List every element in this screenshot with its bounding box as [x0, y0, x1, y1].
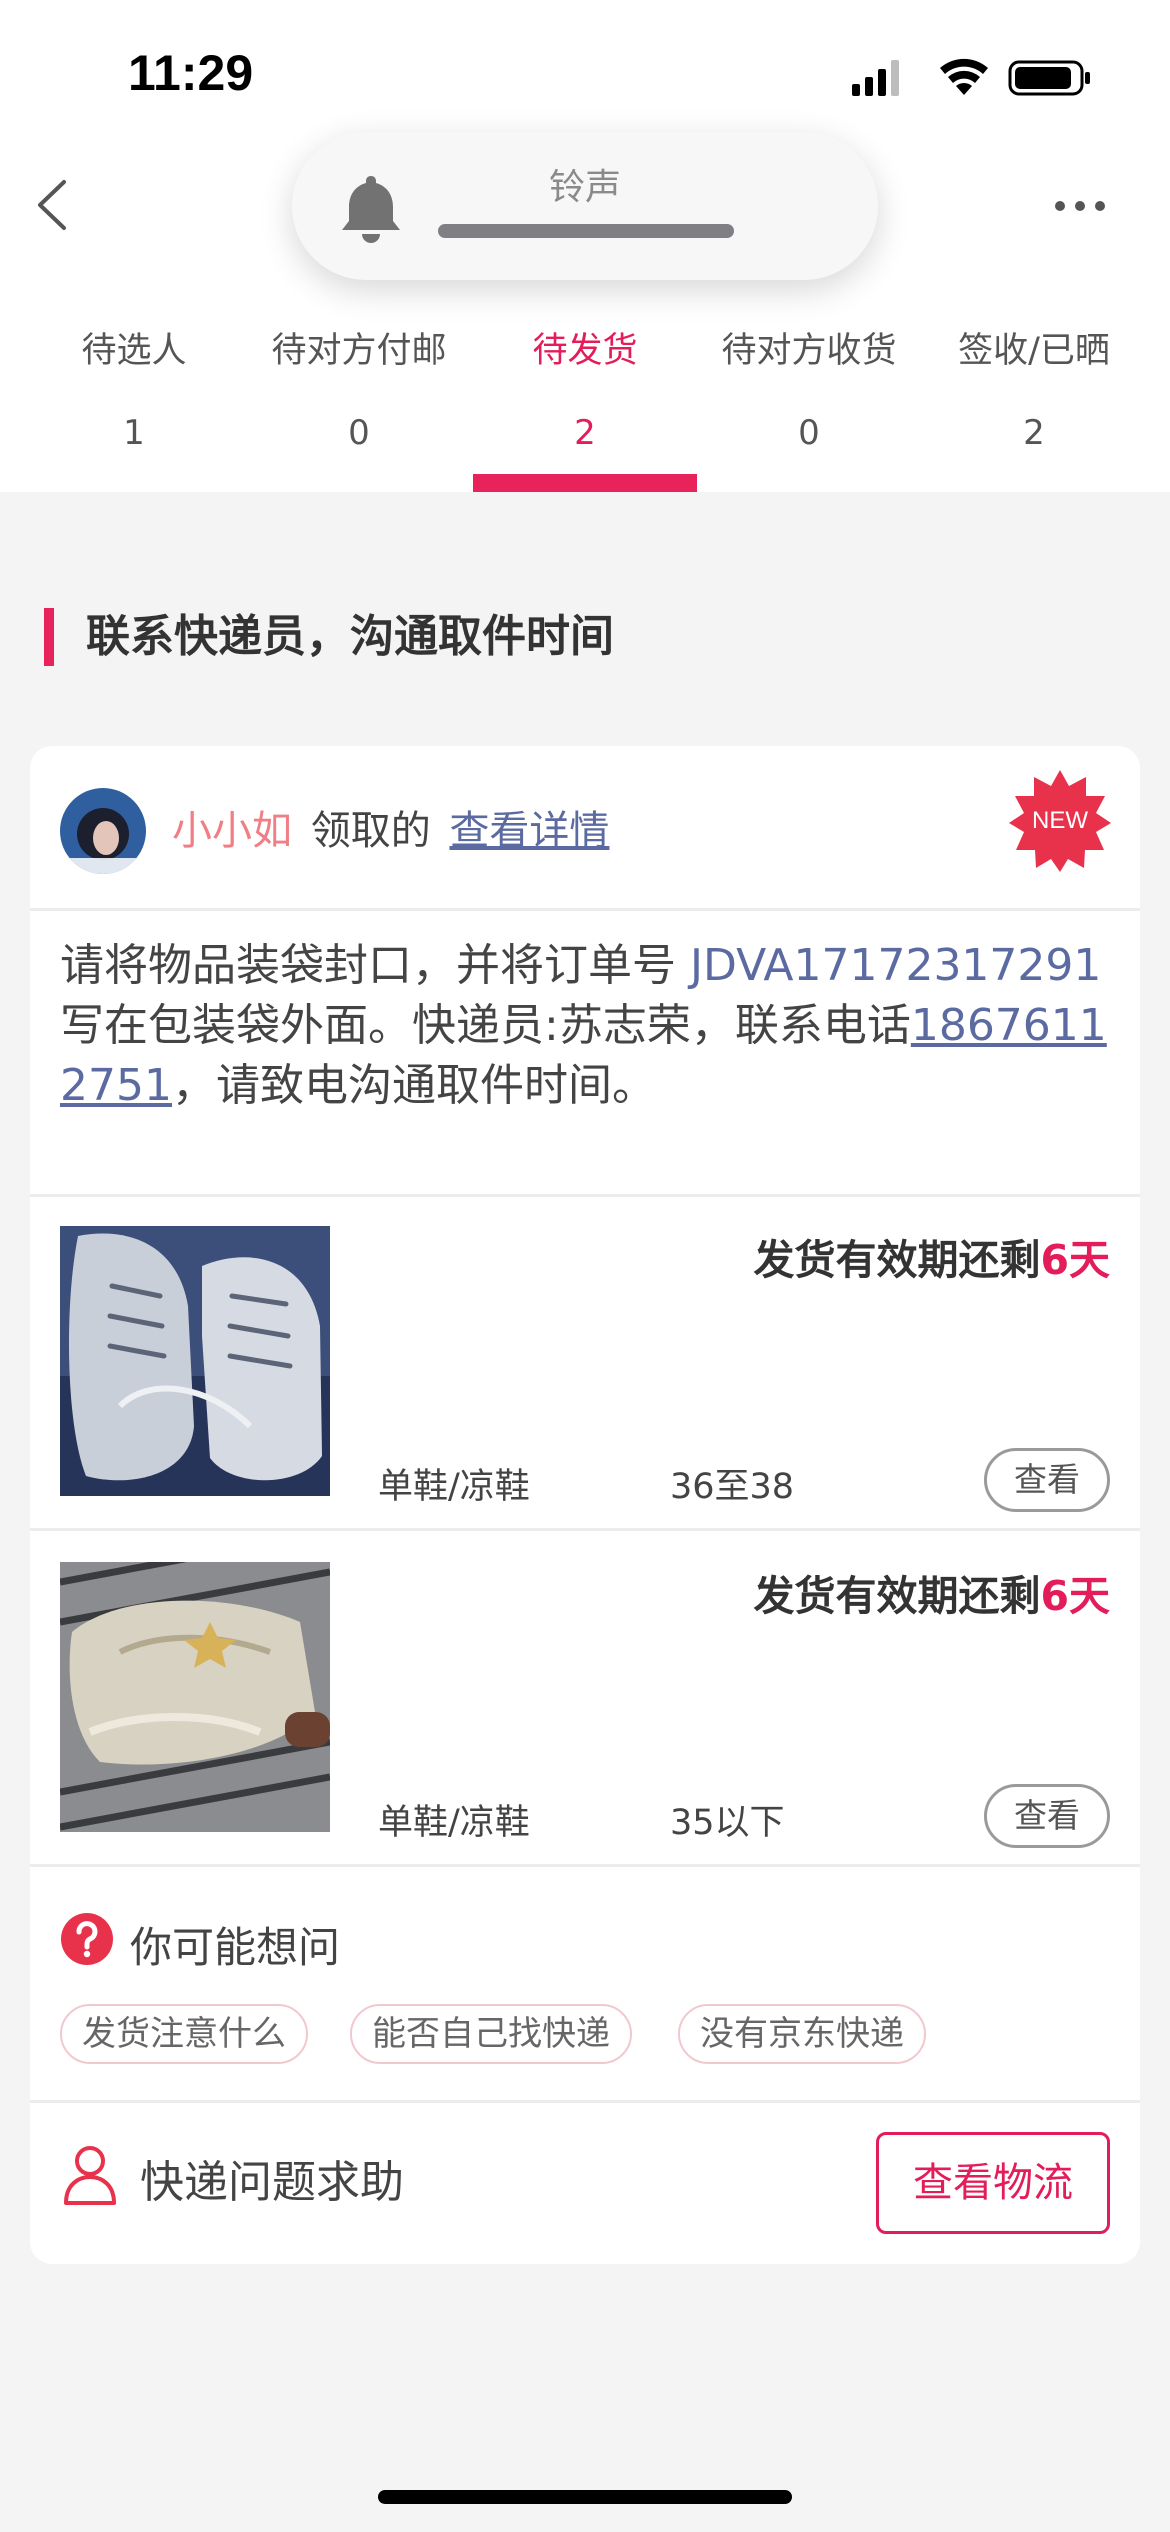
shipping-deadline: 发货有效期还剩6天 [753, 1562, 1110, 1622]
order-card: 小小如 领取的 查看详情 NEW 请将物品装袋封口，并将订单号 JDVA1717… [30, 746, 1140, 2264]
view-logistics-button[interactable]: 查看物流 [876, 2132, 1110, 2234]
item-category: 单鞋/凉鞋 [378, 1467, 530, 1507]
courier-help-link[interactable]: 快递问题求助 [140, 2146, 404, 2210]
status-time: 11:29 [128, 45, 254, 101]
active-tab-indicator [473, 474, 697, 492]
item-category: 单鞋/凉鞋 [378, 1803, 530, 1843]
shipping-deadline: 发货有效期还剩6天 [753, 1226, 1110, 1286]
tab-count: 0 [798, 413, 820, 453]
tab-count: 1 [123, 413, 145, 453]
tab-label: 待发货 [532, 331, 638, 371]
tab-label: 签收/已晒 [958, 331, 1110, 371]
view-item-button[interactable]: 查看 [984, 1784, 1110, 1848]
tab-label: 待选人 [81, 331, 187, 371]
item-size: 35以下 [670, 1803, 785, 1843]
item-size: 36至38 [670, 1467, 795, 1507]
faq-chip[interactable]: 没有京东快递 [678, 2004, 926, 2064]
divider [30, 1864, 1140, 1867]
home-indicator[interactable] [378, 2490, 792, 2504]
tab-pending-postage[interactable]: 待对方付邮 0 [247, 322, 471, 453]
tab-label: 待对方付邮 [271, 331, 447, 371]
view-item-button[interactable]: 查看 [984, 1448, 1110, 1512]
person-icon [64, 2146, 116, 2205]
faq-chip[interactable]: 发货注意什么 [60, 2004, 308, 2064]
instructions-text: ，请致电沟通取件时间。 [171, 1060, 656, 1111]
shipping-instructions: 请将物品装袋封口，并将订单号 JDVA17172317291 写在包装袋外面。快… [60, 936, 1110, 1116]
claimer-name[interactable]: 小小如 [172, 808, 292, 854]
new-badge-text: NEW [1032, 807, 1088, 834]
divider [30, 2100, 1140, 2103]
order-number: JDVA17172317291 [690, 940, 1102, 991]
tab-received[interactable]: 签收/已晒 2 [922, 322, 1146, 453]
header-area: 11:29 铃声 待选人 1 待对方付邮 0 待发货 2 待对方收货 0 签收/… [0, 0, 1170, 492]
tab-pending-shipment[interactable]: 待发货 2 [473, 322, 697, 453]
tab-pending-selection[interactable]: 待选人 1 [22, 322, 246, 453]
more-icon[interactable] [1040, 186, 1120, 226]
signal-icon [852, 60, 899, 96]
item-thumbnail[interactable] [60, 1226, 330, 1496]
deadline-days: 6天 [1040, 1572, 1110, 1620]
divider [30, 1194, 1140, 1197]
divider [30, 908, 1140, 911]
faq-chip[interactable]: 能否自己找快递 [350, 2004, 632, 2064]
deadline-prefix: 发货有效期还剩 [753, 1236, 1041, 1284]
back-arrow-icon[interactable] [30, 170, 90, 240]
view-details-link[interactable]: 查看详情 [449, 808, 609, 854]
tab-count: 2 [574, 413, 596, 453]
faq-title: 你可能想问 [130, 1923, 341, 1972]
claimed-text: 领取的 [310, 808, 431, 854]
claim-line: 小小如 领取的 查看详情 [172, 798, 609, 856]
instructions-text: 写在包装袋外面。快递员:苏志荣，联系电话 [60, 1000, 911, 1051]
wifi-icon [940, 58, 988, 95]
ringer-volume-bar [438, 224, 734, 238]
section-accent-bar [44, 608, 54, 666]
shoe-photo [60, 1226, 330, 1496]
divider [30, 1528, 1140, 1531]
ringer-volume-hud: 铃声 [292, 132, 878, 280]
item-thumbnail[interactable] [60, 1562, 330, 1832]
tab-pending-receipt[interactable]: 待对方收货 0 [697, 322, 921, 453]
tab-label: 待对方收货 [721, 331, 897, 371]
deadline-prefix: 发货有效期还剩 [753, 1572, 1041, 1620]
status-icons [852, 58, 1090, 96]
question-icon [61, 1913, 113, 1965]
new-badge-icon: NEW [1009, 770, 1111, 872]
instructions-text: 请将物品装袋封口，并将订单号 [60, 940, 690, 991]
tab-count: 2 [1023, 413, 1045, 453]
tab-count: 0 [348, 413, 370, 453]
deadline-days: 6天 [1040, 1236, 1110, 1284]
battery-icon [1008, 60, 1090, 96]
section-title: 联系快递员，沟通取件时间 [86, 611, 614, 662]
avatar[interactable] [60, 788, 146, 874]
shoe-photo [60, 1562, 330, 1832]
avatar-image [60, 788, 146, 874]
ringer-label: 铃声 [548, 167, 621, 208]
